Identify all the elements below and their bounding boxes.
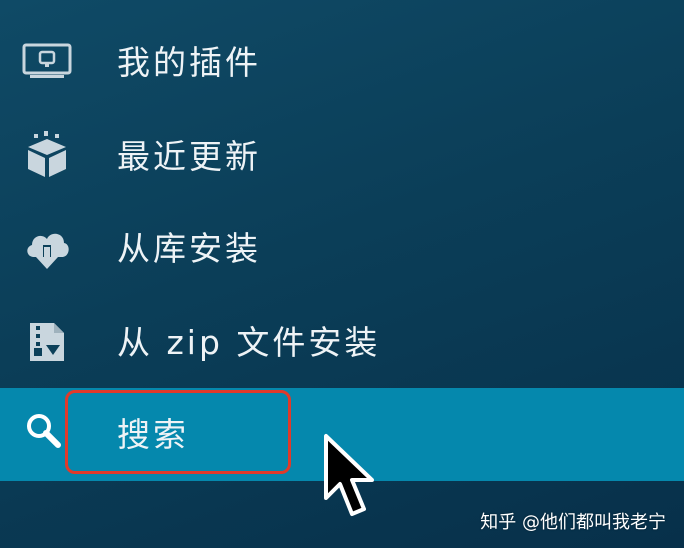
cloud-download-icon xyxy=(22,223,72,273)
annotation-highlight-box xyxy=(65,390,291,474)
tv-icon xyxy=(22,37,72,87)
zip-file-icon xyxy=(22,317,72,367)
watermark: 知乎 @他们都叫我老宁 xyxy=(480,512,666,533)
menu-item-install-from-repo[interactable]: 从库安装 xyxy=(0,202,684,295)
menu-item-label: 从 zip 文件安装 xyxy=(117,323,381,362)
menu-item-label: 我的插件 xyxy=(117,43,261,82)
menu-item-label: 最近更新 xyxy=(117,137,261,176)
menu-item-recent-updates[interactable]: 最近更新 xyxy=(0,110,684,203)
mouse-cursor-icon xyxy=(324,434,374,516)
menu-item-my-addons[interactable]: 我的插件 xyxy=(0,16,684,109)
menu-item-label: 从库安装 xyxy=(117,229,261,268)
box-update-icon xyxy=(22,131,72,181)
menu-item-install-from-zip[interactable]: 从 zip 文件安装 xyxy=(0,296,684,389)
